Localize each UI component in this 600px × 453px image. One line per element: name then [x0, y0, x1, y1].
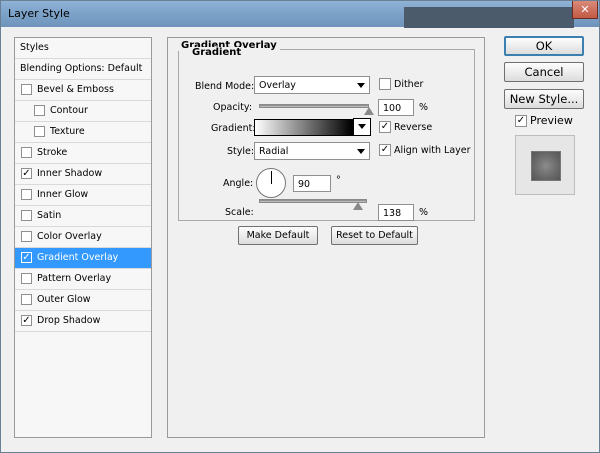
style-item-label: Inner Shadow: [37, 168, 103, 179]
style-item-inner-glow[interactable]: Inner Glow: [15, 185, 151, 206]
style-item-checkbox[interactable]: ✓: [21, 315, 32, 326]
gradient-overlay-panel: Gradient Overlay Gradient Blend Mode: Ov…: [167, 37, 485, 438]
close-button[interactable]: ✕: [572, 1, 598, 19]
blending-options-item[interactable]: Blending Options: Default: [15, 59, 151, 80]
align-with-layer-label: Align with Layer: [394, 145, 471, 156]
gradient-picker-button[interactable]: [353, 118, 371, 136]
style-item-label: Drop Shadow: [37, 315, 101, 326]
scale-input[interactable]: 138: [378, 204, 414, 221]
ok-button[interactable]: OK: [504, 36, 584, 56]
style-item-gradient-overlay[interactable]: ✓ Gradient Overlay: [15, 248, 151, 269]
scale-value: 138: [383, 208, 402, 219]
scale-label: Scale:: [225, 207, 254, 218]
style-item-bevel-emboss[interactable]: Bevel & Emboss: [15, 80, 151, 101]
blending-options-label: Blending Options: Default: [20, 63, 143, 74]
angle-label: Angle:: [223, 178, 254, 189]
blend-mode-dropdown[interactable]: Overlay: [254, 76, 370, 94]
style-item-inner-shadow[interactable]: ✓ Inner Shadow: [15, 164, 151, 185]
opacity-label: Opacity:: [213, 102, 253, 113]
gradient-swatch[interactable]: [254, 119, 353, 136]
opacity-value: 100: [383, 103, 402, 114]
styles-header-label: Styles: [20, 42, 49, 53]
style-item-label: Texture: [50, 126, 85, 137]
gradient-label: Gradient:: [211, 123, 256, 134]
group-title: Gradient: [190, 47, 244, 58]
style-item-label: Stroke: [37, 147, 68, 158]
reverse-checkbox[interactable]: ✓: [379, 121, 391, 133]
chevron-down-icon: [357, 149, 365, 154]
style-item-label: Satin: [37, 210, 62, 221]
opacity-input[interactable]: 100: [378, 99, 414, 116]
title-bar[interactable]: Layer Style ✕: [1, 1, 599, 29]
window-title: Layer Style: [8, 7, 70, 20]
style-preview-thumbnail: [515, 135, 575, 195]
blend-mode-value: Overlay: [259, 80, 296, 91]
style-dropdown[interactable]: Radial: [254, 142, 370, 160]
style-value: Radial: [259, 146, 289, 157]
style-item-checkbox[interactable]: [34, 126, 45, 137]
style-item-label: Bevel & Emboss: [37, 84, 114, 95]
angle-value: 90: [298, 179, 311, 190]
preview-swatch: [531, 151, 561, 181]
styles-header[interactable]: Styles: [15, 38, 151, 59]
dither-label: Dither: [394, 79, 424, 90]
scale-slider-thumb[interactable]: [352, 202, 363, 210]
reset-to-default-button[interactable]: Reset to Default: [331, 226, 418, 245]
styles-list: Styles Blending Options: Default Bevel &…: [14, 37, 152, 438]
style-item-label: Pattern Overlay: [37, 273, 112, 284]
style-item-checkbox[interactable]: [21, 273, 32, 284]
style-item-contour[interactable]: Contour: [15, 101, 151, 122]
style-item-stroke[interactable]: Stroke: [15, 143, 151, 164]
angle-dial-hand: [271, 171, 272, 184]
dither-checkbox[interactable]: [379, 78, 391, 90]
style-item-label: Inner Glow: [37, 189, 89, 200]
align-with-layer-checkbox[interactable]: ✓: [379, 144, 391, 156]
style-item-color-overlay[interactable]: Color Overlay: [15, 227, 151, 248]
style-item-drop-shadow[interactable]: ✓ Drop Shadow: [15, 311, 151, 332]
opacity-slider[interactable]: [259, 104, 369, 108]
style-item-checkbox[interactable]: [21, 210, 32, 221]
preview-checkbox[interactable]: ✓: [515, 115, 527, 127]
dialog-content: Styles Blending Options: Default Bevel &…: [7, 28, 594, 448]
style-label: Style:: [227, 146, 255, 157]
make-default-button[interactable]: Make Default: [238, 226, 318, 245]
style-item-label: Gradient Overlay: [37, 252, 119, 263]
scale-percent-sign: %: [419, 207, 429, 218]
chevron-down-icon: [357, 83, 365, 88]
preview-label: Preview: [530, 114, 573, 127]
style-item-satin[interactable]: Satin: [15, 206, 151, 227]
style-item-outer-glow[interactable]: Outer Glow: [15, 290, 151, 311]
style-item-checkbox[interactable]: [34, 105, 45, 116]
style-item-label: Outer Glow: [37, 294, 91, 305]
style-item-label: Color Overlay: [37, 231, 102, 242]
style-item-label: Contour: [50, 105, 88, 116]
angle-input[interactable]: 90: [293, 175, 331, 192]
style-item-checkbox[interactable]: [21, 189, 32, 200]
style-item-pattern-overlay[interactable]: Pattern Overlay: [15, 269, 151, 290]
new-style-button[interactable]: New Style...: [504, 89, 584, 109]
style-item-texture[interactable]: Texture: [15, 122, 151, 143]
style-item-checkbox[interactable]: [21, 84, 32, 95]
blend-mode-label: Blend Mode:: [195, 81, 255, 92]
opacity-slider-thumb[interactable]: [364, 107, 374, 115]
style-item-checkbox[interactable]: ✓: [21, 252, 32, 263]
style-item-checkbox[interactable]: [21, 294, 32, 305]
chevron-down-icon: [358, 124, 366, 129]
title-bar-overlay: [404, 7, 574, 29]
style-item-checkbox[interactable]: [21, 147, 32, 158]
layer-style-dialog: Layer Style ✕ Styles Blending Options: D…: [0, 0, 600, 453]
style-item-checkbox[interactable]: ✓: [21, 168, 32, 179]
degree-sign: °: [336, 175, 341, 186]
reverse-label: Reverse: [394, 122, 433, 133]
cancel-button[interactable]: Cancel: [504, 62, 584, 82]
opacity-percent-sign: %: [419, 102, 429, 113]
scale-slider[interactable]: [259, 199, 367, 203]
angle-dial[interactable]: [256, 168, 286, 198]
style-item-checkbox[interactable]: [21, 231, 32, 242]
